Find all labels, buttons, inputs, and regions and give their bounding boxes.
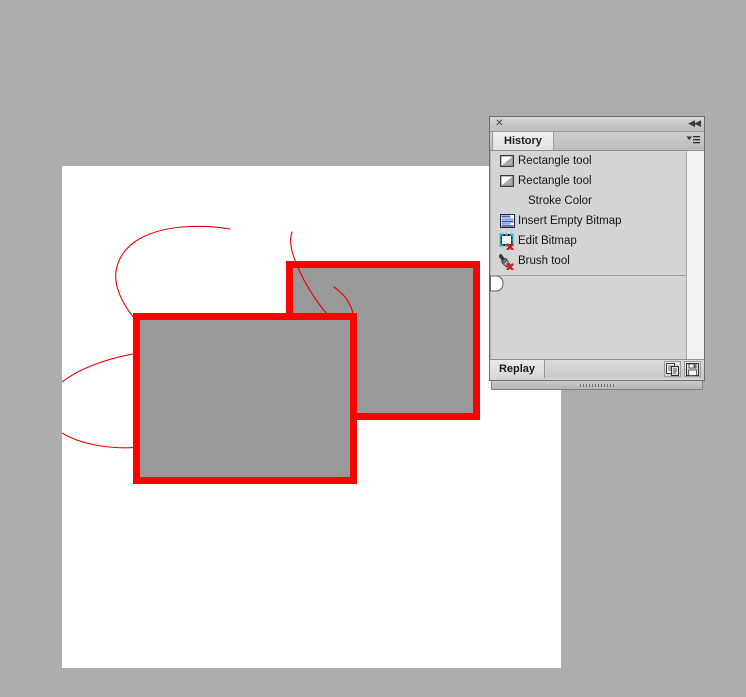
list-item[interactable]: Edit Bitmap bbox=[491, 231, 687, 251]
replay-button[interactable]: Replay bbox=[490, 360, 545, 378]
panel-titlebar[interactable]: ✕ ◀◀ bbox=[490, 117, 704, 132]
list-item[interactable]: Stroke Color bbox=[491, 191, 687, 211]
front-rectangle[interactable] bbox=[133, 313, 357, 484]
list-item[interactable]: Insert Empty Bitmap bbox=[491, 211, 687, 231]
grip-dots-icon bbox=[580, 384, 614, 387]
history-panel[interactable]: ✕ ◀◀ History Rectangle tool Rectangle to… bbox=[489, 116, 705, 390]
save-steps-icon bbox=[685, 363, 700, 376]
brush-tool-icon bbox=[498, 253, 517, 271]
collapse-panel-icon[interactable]: ◀◀ bbox=[688, 117, 701, 130]
list-item[interactable]: Brush tool bbox=[491, 251, 687, 271]
list-item[interactable]: Rectangle tool bbox=[491, 151, 687, 171]
history-divider bbox=[491, 275, 687, 276]
list-item-label: Stroke Color bbox=[528, 195, 592, 207]
list-item-label: Rectangle tool bbox=[518, 155, 592, 167]
list-item-label: Rectangle tool bbox=[518, 175, 592, 187]
copy-steps-icon bbox=[665, 363, 680, 376]
list-item-label: Edit Bitmap bbox=[518, 235, 577, 247]
list-item[interactable]: Rectangle tool bbox=[491, 171, 687, 191]
list-item-label: Brush tool bbox=[518, 255, 570, 267]
history-list[interactable]: Rectangle tool Rectangle tool Stroke Col… bbox=[490, 151, 704, 359]
history-scrollbar[interactable] bbox=[686, 151, 704, 359]
tab-history-label: History bbox=[504, 135, 542, 147]
drawing-canvas[interactable] bbox=[62, 166, 561, 668]
panel-footer[interactable]: Replay bbox=[490, 359, 704, 378]
copy-steps-button[interactable] bbox=[664, 361, 681, 377]
insert-bitmap-icon bbox=[500, 214, 515, 228]
replay-button-label: Replay bbox=[498, 363, 536, 375]
close-icon[interactable]: ✕ bbox=[494, 117, 505, 130]
rectangle-tool-icon bbox=[500, 154, 515, 168]
panel-options-menu-icon[interactable] bbox=[686, 135, 700, 147]
panel-tabstrip[interactable]: History bbox=[490, 132, 704, 151]
list-item-label: Insert Empty Bitmap bbox=[518, 215, 622, 227]
canvas-artwork bbox=[62, 225, 480, 484]
panel-resize-grip[interactable] bbox=[491, 381, 703, 390]
save-steps-button[interactable] bbox=[684, 361, 701, 377]
edit-bitmap-icon bbox=[499, 233, 516, 251]
history-rows[interactable]: Rectangle tool Rectangle tool Stroke Col… bbox=[490, 151, 687, 359]
history-slider-marker[interactable] bbox=[490, 275, 504, 292]
tab-history[interactable]: History bbox=[492, 132, 554, 150]
rectangle-tool-icon bbox=[500, 174, 515, 188]
